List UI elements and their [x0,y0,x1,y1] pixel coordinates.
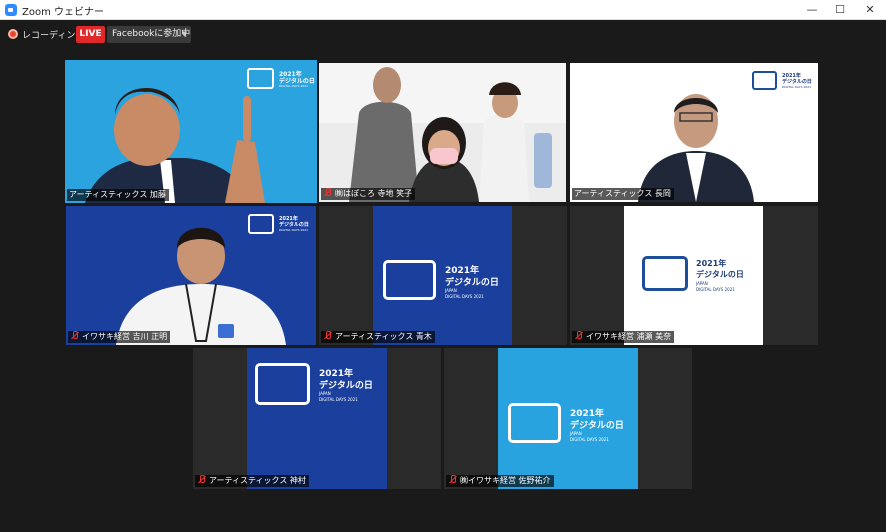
participant-video-off: 2021年 デジタルの日 JAPAN DIGITAL DAYS 2021 [498,348,638,489]
participant-name-tag: アーティスティックス 青木 [321,331,435,343]
video-tile[interactable]: ㈱はぽころ 寺地 笑子 [319,63,566,202]
close-icon[interactable]: ✕ [856,0,884,20]
participant-video-off: 2021年 デジタルの日 JAPAN DIGITAL DAYS 2021 [624,206,763,345]
video-tile[interactable]: 2021年 デジタルの日 DIGITAL DAYS 2021 アーティスティック… [65,60,317,203]
window-title: Zoom ウェビナー [22,7,105,18]
mic-muted-icon [70,331,79,340]
participant-name-tag: ㈱イワサキ経営 佐野祐介 [446,475,554,487]
webinar-main: レコーディング中 LIVE Facebookに参加中 ▼ 2021年 デジタルの… [0,21,886,532]
participant-video-off: 2021年 デジタルの日 JAPAN DIGITAL DAYS 2021 [247,348,387,489]
participant-name-tag: ㈱はぽころ 寺地 笑子 [321,188,416,200]
mic-muted-icon [448,475,457,484]
facebook-live-label: Facebookに参加中 [112,29,191,39]
participant-name-tag: アーティスティックス 長岡 [572,188,674,200]
maximize-icon[interactable]: ☐ [826,0,854,20]
participant-video-off: 2021年 デジタルの日 JAPAN DIGITAL DAYS 2021 [373,206,512,345]
live-badge[interactable]: LIVE [76,26,105,43]
digital-day-logo: 2021年 デジタルの日 JAPAN DIGITAL DAYS 2021 [642,256,757,298]
digital-day-logo: 2021年 デジタルの日 JAPAN DIGITAL DAYS 2021 [508,403,633,449]
chevron-down-icon[interactable]: ▼ [182,26,187,43]
participant-name-tag: イワサキ経営 浦瀬 美奈 [572,331,675,343]
video-tile[interactable]: 2021年 デジタルの日 JAPAN DIGITAL DAYS 2021 イワサ… [570,206,818,345]
video-tile[interactable]: 2021年 デジタルの日 JAPAN DIGITAL DAYS 2021 アーテ… [319,206,567,345]
digital-day-logo: 2021年 デジタルの日 DIGITAL DAYS 2021 [248,214,314,241]
zoom-app-icon [5,4,17,16]
video-tile[interactable]: 2021年 デジタルの日 DIGITAL DAYS 2021 イワサキ経営 吉川… [66,206,316,345]
digital-day-logo: 2021年 デジタルの日 JAPAN DIGITAL DAYS 2021 [383,260,508,306]
mic-muted-icon [197,475,206,484]
participant-name-tag: アーティスティックス 加藤 [67,189,169,201]
mic-muted-icon [574,331,583,340]
digital-day-logo: 2021年 デジタルの日 DIGITAL DAYS 2021 [247,68,317,96]
recording-icon[interactable] [8,29,18,39]
mic-muted-icon [323,331,332,340]
video-tile[interactable]: 2021年 デジタルの日 JAPAN DIGITAL DAYS 2021 アーテ… [193,348,441,489]
mic-muted-icon [323,188,332,197]
window-titlebar: Zoom ウェビナー — ☐ ✕ [0,0,886,20]
participant-video [319,63,566,202]
video-tile[interactable]: 2021年 デジタルの日 JAPAN DIGITAL DAYS 2021 ㈱イワ… [444,348,692,489]
facebook-live-button[interactable]: Facebookに参加中 ▼ [107,26,191,43]
digital-day-logo: 2021年 デジタルの日 DIGITAL DAYS 2021 [752,71,814,96]
participant-name-tag: イワサキ経営 吉川 正明 [68,331,171,343]
participant-name-tag: アーティスティックス 神村 [195,475,309,487]
video-tile[interactable]: 2021年 デジタルの日 DIGITAL DAYS 2021 アーティスティック… [570,63,818,202]
digital-day-logo: 2021年 デジタルの日 JAPAN DIGITAL DAYS 2021 [255,363,383,409]
minimize-icon[interactable]: — [798,0,826,20]
